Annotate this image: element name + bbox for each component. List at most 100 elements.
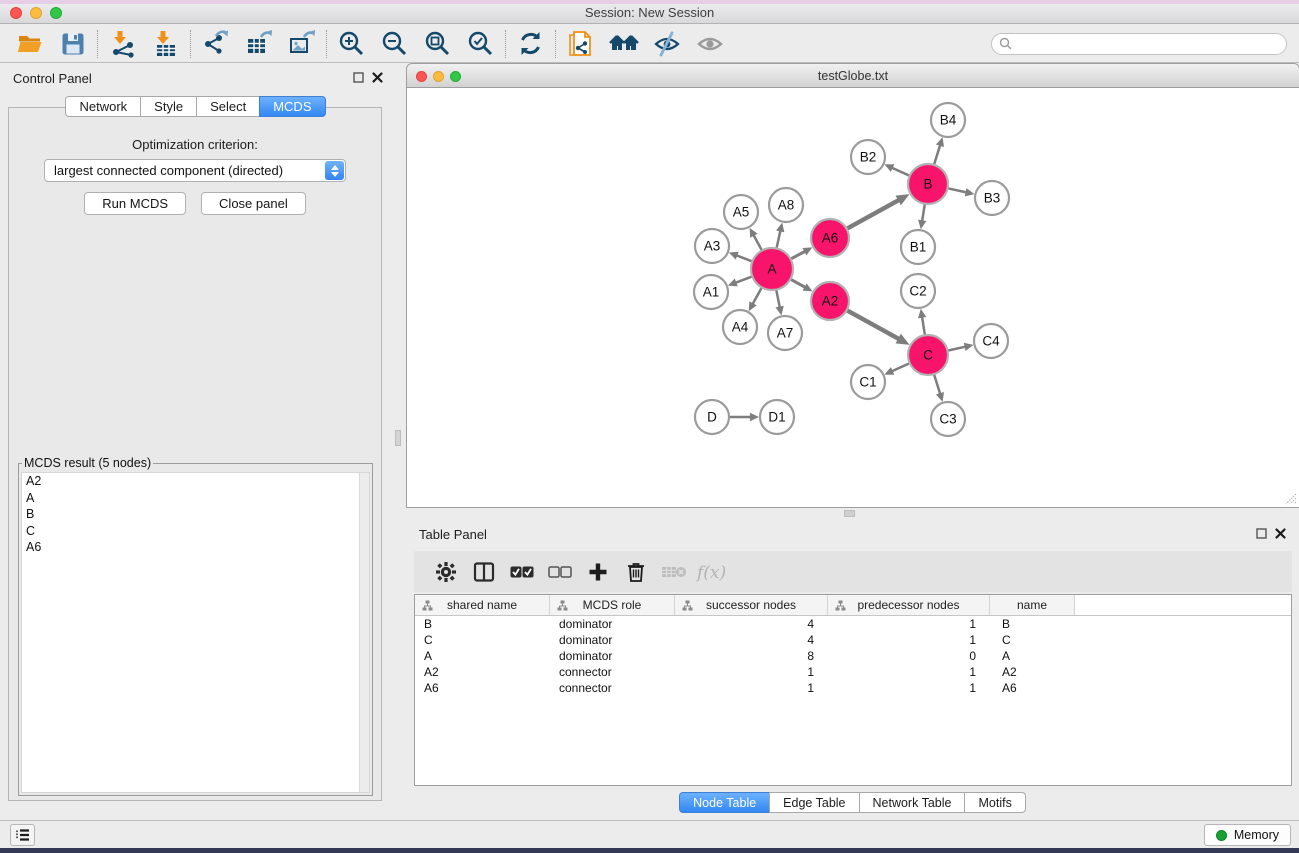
graph-edge-B-B3[interactable] [947, 188, 968, 193]
column-header-successor-nodes[interactable]: successor nodes [675, 595, 828, 615]
list-item[interactable]: B [22, 506, 369, 523]
graph-edge-A-A4[interactable] [752, 287, 762, 306]
table-cell: 1 [675, 664, 828, 680]
import-table-button[interactable] [144, 27, 187, 61]
graph-node-label: B4 [940, 113, 957, 128]
zoom-fit-button[interactable] [416, 27, 459, 61]
select-all-button[interactable] [503, 554, 541, 590]
memory-button[interactable]: Memory [1204, 824, 1291, 846]
delete-column-button[interactable] [617, 554, 655, 590]
graph-edge-A-A1[interactable] [734, 276, 753, 283]
column-header-predecessor-nodes[interactable]: predecessor nodes [828, 595, 990, 615]
splitter-handle[interactable] [844, 510, 855, 517]
tab-edge-table[interactable]: Edge Table [769, 792, 859, 813]
add-column-button[interactable] [579, 554, 617, 590]
criterion-dropdown[interactable]: largest connected component (directed) [44, 159, 346, 182]
column-header-shared-name[interactable]: shared name [415, 595, 550, 615]
graph-edge-A-A6[interactable] [790, 251, 807, 260]
window-title: Session: New Session [0, 5, 1299, 20]
graph-edge-C-C2[interactable] [922, 316, 925, 337]
table-row[interactable]: Bdominator41B [415, 616, 1291, 632]
houses-icon [609, 31, 639, 57]
table-row[interactable]: Cdominator41C [415, 632, 1291, 648]
export-network-button[interactable] [194, 27, 237, 61]
search-input[interactable] [1016, 37, 1279, 51]
float-panel-icon[interactable] [353, 72, 364, 83]
show-columns-button[interactable] [465, 554, 503, 590]
tab-motifs[interactable]: Motifs [964, 792, 1025, 813]
delete-table-button[interactable] [655, 554, 693, 590]
table-cell: C [990, 632, 1075, 648]
graph-edge-B-B4[interactable] [934, 144, 941, 166]
column-header-label: successor nodes [706, 598, 796, 612]
graph-edge-B-B2[interactable] [891, 167, 911, 176]
list-item[interactable]: A [22, 490, 369, 507]
tab-network[interactable]: Network [65, 96, 141, 117]
graph-edge-C-C1[interactable] [891, 363, 911, 372]
list-item[interactable]: A2 [22, 473, 369, 490]
graph-edge-A6-B[interactable] [846, 199, 900, 229]
function-builder-button[interactable]: f(x) [693, 554, 731, 590]
network-overview-button[interactable] [559, 27, 602, 61]
deselect-all-button[interactable] [541, 554, 579, 590]
zoom-selected-button[interactable] [459, 27, 502, 61]
table-row[interactable]: A6connector11A6 [415, 680, 1291, 696]
open-file-button[interactable] [8, 27, 51, 61]
graph-edge-A-A5[interactable] [753, 234, 763, 251]
network-graph[interactable]: BA6AA2CB4B2B3A8A5B1A3A1C2A4A7C4C1C3DD1 [407, 88, 1298, 506]
table-toolbar: f(x) [414, 551, 1292, 592]
tab-mcds[interactable]: MCDS [259, 96, 325, 117]
list-item[interactable]: C [22, 523, 369, 540]
export-table-button[interactable] [237, 27, 280, 61]
apply-layout-button[interactable] [509, 27, 552, 61]
graph-node-label: B3 [984, 191, 1001, 206]
network-window-title: testGlobe.txt [407, 69, 1299, 83]
graph-edge-A-A3[interactable] [735, 255, 753, 262]
zoom-out-button[interactable] [373, 27, 416, 61]
splitter-handle[interactable] [395, 430, 401, 446]
graph-edge-A-A2[interactable] [790, 279, 807, 288]
task-history-button[interactable] [10, 824, 35, 846]
zoom-out-icon [381, 30, 408, 57]
search-field[interactable] [991, 33, 1287, 55]
export-table-icon [245, 30, 273, 58]
graph-edge-B-B1[interactable] [922, 203, 925, 223]
horizontal-splitter[interactable] [406, 508, 1299, 520]
tab-select[interactable]: Select [196, 96, 260, 117]
network-window-titlebar[interactable]: testGlobe.txt [406, 63, 1299, 88]
list-item[interactable]: A6 [22, 539, 369, 556]
resize-grip-icon[interactable] [1285, 493, 1297, 505]
close-panel-button[interactable]: Close panel [201, 192, 306, 215]
tab-style[interactable]: Style [140, 96, 197, 117]
graph-edge-A-A7[interactable] [776, 289, 780, 309]
graph-edge-A2-C[interactable] [846, 310, 900, 340]
run-mcds-button[interactable]: Run MCDS [84, 192, 186, 215]
graph-edge-C-C4[interactable] [947, 346, 967, 350]
graph-edge-A-A8[interactable] [776, 229, 780, 249]
export-image-button[interactable] [280, 27, 323, 61]
show-all-networks-button[interactable] [602, 27, 645, 61]
mcds-result-list[interactable]: A2ABCA6 [21, 472, 370, 793]
graph-edge-C-C3[interactable] [934, 373, 941, 395]
close-panel-icon[interactable] [1275, 528, 1286, 539]
close-panel-icon[interactable] [372, 72, 383, 83]
table-row[interactable]: Adominator80A [415, 648, 1291, 664]
table-settings-button[interactable] [427, 554, 465, 590]
column-header-MCDS-role[interactable]: MCDS role [550, 595, 675, 615]
vertical-splitter[interactable] [391, 63, 406, 820]
tab-node-table[interactable]: Node Table [679, 792, 770, 813]
zoom-in-button[interactable] [330, 27, 373, 61]
float-panel-icon[interactable] [1256, 528, 1267, 539]
table-cell: A6 [415, 680, 550, 696]
network-canvas[interactable]: BA6AA2CB4B2B3A8A5B1A3A1C2A4A7C4C1C3DD1 [406, 88, 1299, 508]
show-hidden-button[interactable] [688, 27, 731, 61]
tab-network-table[interactable]: Network Table [859, 792, 966, 813]
table-cell: 1 [828, 680, 990, 696]
graph-node-label: A4 [732, 320, 749, 335]
edge-arrowhead-icon [776, 223, 784, 233]
save-session-button[interactable] [51, 27, 94, 61]
table-row[interactable]: A2connector11A2 [415, 664, 1291, 680]
hide-selected-button[interactable] [645, 27, 688, 61]
import-network-button[interactable] [101, 27, 144, 61]
column-header-name[interactable]: name [990, 595, 1075, 615]
